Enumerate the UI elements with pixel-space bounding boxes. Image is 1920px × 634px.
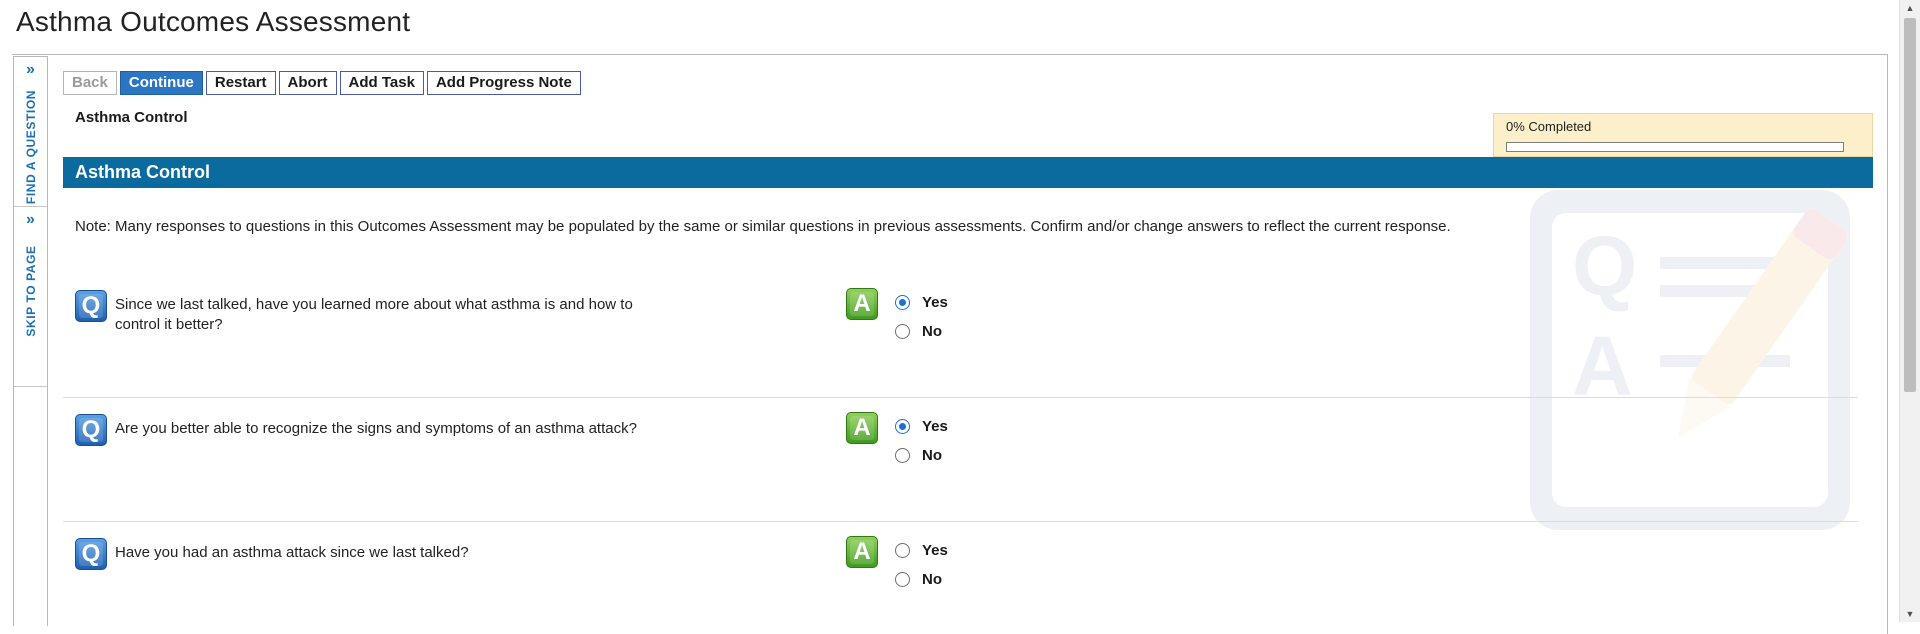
add-progress-note-button[interactable]: Add Progress Note (426, 71, 581, 95)
assessment-note: Note: Many responses to questions in thi… (75, 218, 1451, 235)
answer-option-yes[interactable]: Yes (895, 418, 948, 435)
radio-no[interactable] (895, 324, 910, 339)
progress-label: 0% Completed (1506, 119, 1592, 134)
answer-icon: A (846, 536, 878, 568)
scroll-up-arrow-icon[interactable]: ▲ (1900, 0, 1920, 16)
restart-button[interactable]: Restart (205, 71, 276, 95)
answer-icon: A (846, 412, 878, 444)
section-title: Asthma Control (75, 162, 210, 182)
answer-label: No (922, 323, 942, 340)
vertical-scrollbar[interactable]: ▲ ▼ (1899, 0, 1920, 622)
progress-bar (1506, 142, 1844, 152)
question-icon: Q (75, 414, 107, 446)
side-tab-strip: » FIND A QUESTION » SKIP TO PAGE (13, 56, 48, 626)
answer-label: Yes (922, 294, 948, 311)
continue-button[interactable]: Continue (119, 71, 203, 95)
answer-icon: A (846, 288, 878, 320)
question-icon: Q (75, 290, 107, 322)
radio-yes[interactable] (895, 295, 910, 310)
question-text: Since we last talked, have you learned m… (115, 296, 633, 333)
add-task-button[interactable]: Add Task (339, 71, 424, 95)
answer-option-yes[interactable]: Yes (895, 542, 948, 559)
answer-option-no[interactable]: No (895, 447, 942, 464)
find-a-question-tab[interactable]: » FIND A QUESTION (14, 57, 47, 207)
back-button[interactable]: Back (63, 71, 117, 95)
scroll-thumb[interactable] (1904, 18, 1916, 392)
question-row: Q Are you better able to recognize the s… (63, 412, 1858, 522)
page-title: Asthma Outcomes Assessment (16, 6, 411, 37)
scroll-down-arrow-icon[interactable]: ▼ (1900, 606, 1920, 622)
answer-option-yes[interactable]: Yes (895, 294, 948, 311)
section-title-bar: Asthma Control (63, 157, 1873, 188)
question-icon: Q (75, 538, 107, 570)
answer-label: Yes (922, 542, 948, 559)
answer-option-no[interactable]: No (895, 571, 942, 588)
answer-label: No (922, 571, 942, 588)
assessment-toolbar: Back Continue Restart Abort Add Task Add… (63, 71, 581, 95)
find-a-question-label: FIND A QUESTION (23, 89, 38, 205)
skip-to-page-label: SKIP TO PAGE (23, 245, 38, 337)
section-heading: Asthma Control (75, 109, 188, 126)
radio-no[interactable] (895, 572, 910, 587)
question-text: Are you better able to recognize the sig… (115, 420, 637, 437)
abort-button[interactable]: Abort (278, 71, 337, 95)
answer-label: No (922, 447, 942, 464)
question-row: Q Have you had an asthma attack since we… (63, 536, 1858, 618)
radio-yes[interactable] (895, 419, 910, 434)
radio-no[interactable] (895, 448, 910, 463)
chevron-double-right-icon: » (26, 211, 35, 228)
chevron-double-right-icon: » (26, 61, 35, 78)
radio-yes[interactable] (895, 543, 910, 558)
answer-label: Yes (922, 418, 948, 435)
question-row: Q Since we last talked, have you learned… (63, 288, 1858, 398)
progress-indicator: 0% Completed (1493, 113, 1873, 157)
question-text: Have you had an asthma attack since we l… (115, 544, 469, 561)
answer-option-no[interactable]: No (895, 323, 942, 340)
skip-to-page-tab[interactable]: » SKIP TO PAGE (14, 207, 47, 387)
